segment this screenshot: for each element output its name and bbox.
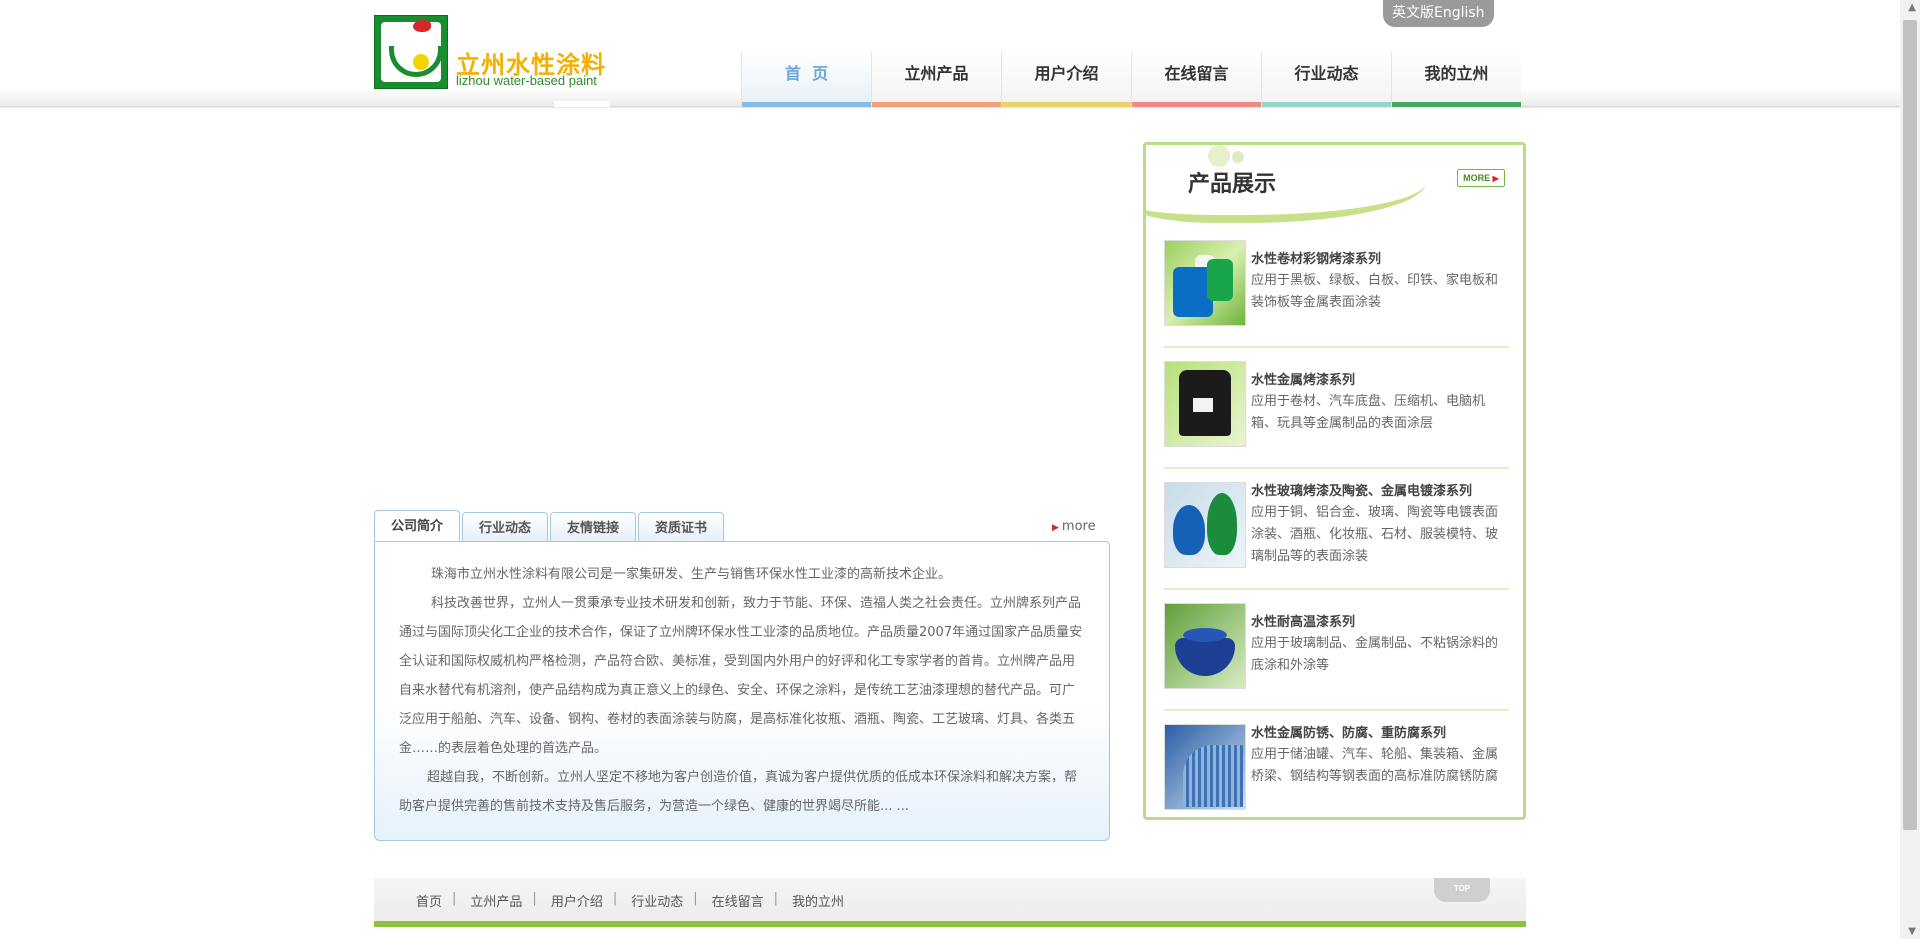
footer-links: 首页 | 立州产品 | 用户介绍 | 行业动态 | 在线留言 | 我的立州 xyxy=(416,891,844,910)
product-item[interactable]: 水性耐高温漆系列 应用于玻璃制品、金属制品、不粘锅涂料的底涂和外涂等 xyxy=(1164,603,1509,711)
nav-item-news[interactable]: 行业动态 xyxy=(1261,52,1391,107)
page-container: 立州水性涂料 lizhou water-based paint 英文版Engli… xyxy=(374,0,1526,939)
product-name[interactable]: 水性金属烤漆系列 xyxy=(1251,371,1507,391)
product-item[interactable]: 水性金属防锈、防腐、重防腐系列 应用于储油罐、汽车、轮船、集装箱、金属桥梁、钢结… xyxy=(1164,724,1509,830)
product-showcase: 产品展示 MORE ▶ 水性卷材彩钢烤漆系列 应用于黑板、绿板、白板、印铁、家电… xyxy=(1143,142,1526,820)
product-name[interactable]: 水性玻璃烤漆及陶瓷、金属电镀漆系列 xyxy=(1251,482,1507,502)
logo-english-name: lizhou water-based paint xyxy=(456,73,597,88)
compressor-image[interactable] xyxy=(1164,361,1246,447)
product-desc: 应用于玻璃制品、金属制品、不粘锅涂料的底涂和外涂等 xyxy=(1251,636,1499,673)
coil-rolls-image[interactable] xyxy=(1164,240,1246,326)
arrow-right-icon: ▶ xyxy=(1052,523,1059,533)
more-label: more xyxy=(1061,519,1096,534)
nav-label: 立州产品 xyxy=(904,64,969,83)
footer-accent-line xyxy=(374,921,1526,927)
nav-label: 用户介绍 xyxy=(1034,64,1099,83)
nav-item-users[interactable]: 用户介绍 xyxy=(1001,52,1131,107)
footer-separator: | xyxy=(532,891,537,906)
nav-underline xyxy=(742,102,871,107)
footer-link-home[interactable]: 首页 xyxy=(416,891,442,910)
nav-item-my-lizhou[interactable]: 我的立州 xyxy=(1391,52,1521,107)
product-list: 水性卷材彩钢烤漆系列 应用于黑板、绿板、白板、印铁、家电板和装饰板等金属表面涂装… xyxy=(1164,240,1509,843)
nav-item-home[interactable]: 首 页 xyxy=(741,52,871,107)
logo-icon xyxy=(374,15,448,89)
footer-link-news[interactable]: 行业动态 xyxy=(631,891,683,910)
product-header: 产品展示 MORE ▶ xyxy=(1146,145,1523,227)
product-desc: 应用于储油罐、汽车、轮船、集装箱、金属桥梁、钢结构等钢表面的高标准防腐锈防腐 xyxy=(1251,747,1499,784)
product-title: 产品展示 xyxy=(1188,172,1277,197)
footer-link-messages[interactable]: 在线留言 xyxy=(712,891,764,910)
nav-label: 在线留言 xyxy=(1164,64,1229,83)
scroll-down-icon[interactable]: ▼ xyxy=(1908,926,1916,937)
nav-label: 首 页 xyxy=(784,64,829,83)
tab-friend-links[interactable]: 友情链接 xyxy=(550,512,637,544)
footer-link-users[interactable]: 用户介绍 xyxy=(551,891,603,910)
footer-separator: | xyxy=(693,891,698,906)
scroll-up-icon[interactable]: ▲ xyxy=(1908,2,1916,13)
nav-underline xyxy=(872,102,1001,107)
back-to-top-button[interactable]: TOP xyxy=(1434,878,1490,902)
intro-paragraph: 科技改善世界，立州人一贯秉承专业技术研发和创新，致力于节能、环保、造福人类之社会… xyxy=(399,596,1083,756)
product-desc: 应用于卷材、汽车底盘、压缩机、电脑机箱、玩具等金属制品的表面涂层 xyxy=(1251,394,1486,431)
arrow-right-icon: ▶ xyxy=(1492,174,1499,183)
nav-label: 我的立州 xyxy=(1424,64,1489,83)
scroll-thumb[interactable] xyxy=(1903,20,1917,830)
footer-separator: | xyxy=(773,891,779,906)
footer-separator: | xyxy=(452,891,457,906)
nav-item-products[interactable]: 立州产品 xyxy=(871,52,1001,107)
product-name[interactable]: 水性卷材彩钢烤漆系列 xyxy=(1251,250,1507,270)
tab-industry-news[interactable]: 行业动态 xyxy=(462,512,549,544)
nav-indicator xyxy=(554,101,610,107)
nav-underline xyxy=(1002,102,1131,107)
intro-paragraph: 珠海市立州水性涂料有限公司是一家集研发、生产与销售环保水性工业漆的高新技术企业。 xyxy=(431,567,952,582)
product-item[interactable]: 水性卷材彩钢烤漆系列 应用于黑板、绿板、白板、印铁、家电板和装饰板等金属表面涂装 xyxy=(1164,240,1509,348)
site-logo[interactable]: 立州水性涂料 lizhou water-based paint xyxy=(374,15,614,89)
product-item[interactable]: 水性玻璃烤漆及陶瓷、金属电镀漆系列 应用于铜、铝合金、玻璃、陶瓷等电镀表面涂装、… xyxy=(1164,482,1509,590)
english-version-button[interactable]: 英文版English xyxy=(1383,0,1494,27)
product-name[interactable]: 水性耐高温漆系列 xyxy=(1251,613,1507,633)
nav-underline xyxy=(1132,102,1261,107)
product-item[interactable]: 水性金属烤漆系列 应用于卷材、汽车底盘、压缩机、电脑机箱、玩具等金属制品的表面涂… xyxy=(1164,361,1509,469)
vertical-scrollbar[interactable]: ▲ ▼ xyxy=(1900,0,1920,939)
tab-certificates[interactable]: 资质证书 xyxy=(638,512,725,544)
main-nav: 首 页 立州产品 用户介绍 在线留言 行业动态 我的立州 xyxy=(741,52,1521,107)
nav-item-messages[interactable]: 在线留言 xyxy=(1131,52,1261,107)
nav-label: 行业动态 xyxy=(1294,64,1359,83)
footer-link-products[interactable]: 立州产品 xyxy=(470,891,522,910)
product-desc: 应用于黑板、绿板、白板、印铁、家电板和装饰板等金属表面涂装 xyxy=(1251,273,1499,310)
cookware-image[interactable] xyxy=(1164,603,1246,689)
product-more-button[interactable]: MORE ▶ xyxy=(1457,169,1505,187)
intro-paragraph: 超越自我，不断创新。立州人坚定不移地为客户创造价值，真诚为客户提供优质的低成本环… xyxy=(399,770,1078,814)
footer-link-my-lizhou[interactable]: 我的立州 xyxy=(792,891,844,910)
info-tabs: 公司简介 行业动态 友情链接 资质证书 xyxy=(374,510,725,544)
intro-more-link[interactable]: ▶ more xyxy=(1052,519,1096,534)
footer-separator: | xyxy=(612,891,618,906)
nav-underline xyxy=(1392,102,1521,107)
steel-structure-image[interactable] xyxy=(1164,724,1246,810)
nav-underline xyxy=(1262,102,1391,107)
product-name[interactable]: 水性金属防锈、防腐、重防腐系列 xyxy=(1251,724,1507,744)
product-desc: 应用于铜、铝合金、玻璃、陶瓷等电镀表面涂装、酒瓶、化妆瓶、石材、服装模特、玻璃制… xyxy=(1251,505,1499,564)
tab-company-intro[interactable]: 公司简介 xyxy=(374,510,461,544)
more-label: MORE xyxy=(1463,173,1491,183)
glass-bottles-image[interactable] xyxy=(1164,482,1246,568)
company-intro-panel: 珠海市立州水性涂料有限公司是一家集研发、生产与销售环保水性工业漆的高新技术企业。… xyxy=(374,541,1110,841)
